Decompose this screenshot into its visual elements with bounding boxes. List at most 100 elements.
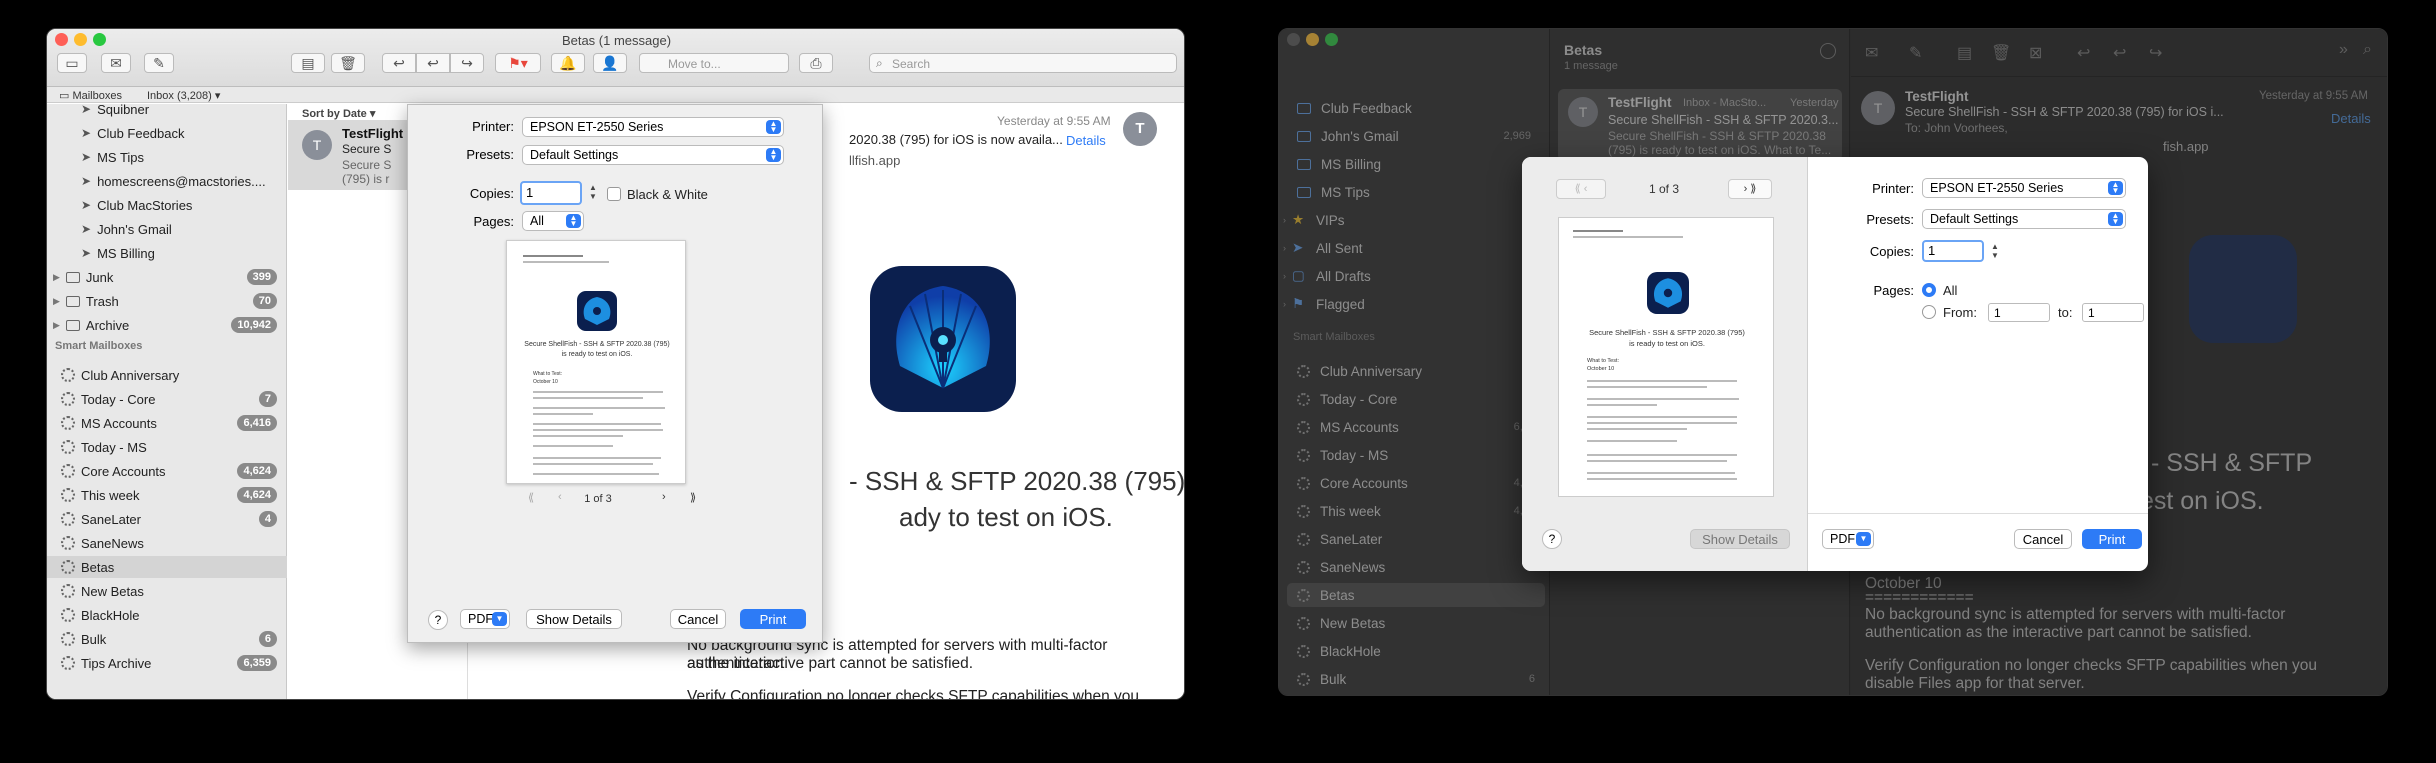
- next-last-buttons[interactable]: › ⟫: [1728, 179, 1772, 199]
- sidebar-item-folder[interactable]: ▶ Junk 399: [47, 266, 287, 288]
- gear-icon: [61, 440, 75, 454]
- printer-select[interactable]: EPSON ET-2550 Series ▲ ▼: [1922, 178, 2126, 198]
- pdf-menu[interactable]: PDF ▼: [460, 609, 510, 629]
- copies-value: 1: [526, 185, 534, 200]
- compose-icon[interactable]: ✎: [144, 53, 174, 73]
- print-icon[interactable]: ⎙: [799, 53, 833, 73]
- reply-icon[interactable]: ↩: [382, 53, 416, 73]
- sidebar-item-account[interactable]: ➤ MS Billing: [81, 242, 155, 264]
- last-page-button[interactable]: ⟫: [690, 491, 696, 504]
- cancel-button[interactable]: Cancel: [670, 609, 726, 629]
- from-field[interactable]: 1: [1988, 303, 2050, 322]
- pages-label: Pages:: [473, 214, 514, 229]
- sidebar-item-account[interactable]: ➤ Club MacStories: [81, 194, 192, 216]
- pages-select[interactable]: All ▲ ▼: [522, 211, 584, 231]
- sidebar-item-label: Today - MS: [81, 439, 147, 455]
- move-to-placeholder: Move to...: [668, 57, 721, 71]
- list-preview-2: (795) is r: [342, 172, 390, 186]
- sidebar-item-account[interactable]: ➤ Squibner: [81, 98, 149, 120]
- sort-by-date[interactable]: Sort by Date ▾: [302, 107, 375, 120]
- archive-icon[interactable]: ▤: [291, 53, 325, 73]
- sidebar-item-smart[interactable]: This week 4,624: [47, 484, 287, 506]
- search-field[interactable]: ⌕ Search: [869, 53, 1177, 73]
- to-label: to:: [2058, 305, 2073, 320]
- block-sender-icon[interactable]: 👤: [593, 53, 627, 73]
- toolbar: Betas (1 message) ▭ ✉ ✎ ▤ 🗑 ↩ ↩ ↪ ⚑▾ 🔔 👤…: [47, 29, 1184, 87]
- sidebar-item-account[interactable]: ➤ MS Tips: [81, 146, 144, 168]
- sidebar-item-account[interactable]: ➤ homescreens@macstories....: [81, 170, 266, 192]
- reply-all-icon[interactable]: ↩: [416, 53, 450, 73]
- show-details-button[interactable]: Show Details: [1690, 529, 1790, 549]
- sidebar-item-smart[interactable]: Tips Archive 6,359: [47, 652, 287, 674]
- first-page-button[interactable]: ⟪: [528, 491, 534, 504]
- prev-page-button[interactable]: ‹: [558, 491, 562, 503]
- help-button[interactable]: ?: [428, 610, 448, 630]
- presets-label: Presets:: [466, 147, 514, 162]
- chevron-updown-icon: ▲ ▼: [566, 214, 581, 228]
- chevron-updown-icon: ▲ ▼: [766, 148, 781, 162]
- copies-field[interactable]: 1: [1922, 240, 1984, 262]
- pages-all-radio[interactable]: [1922, 283, 1936, 297]
- cancel-button[interactable]: Cancel: [2014, 529, 2072, 549]
- sidebar-item-smart[interactable]: Betas: [47, 556, 287, 578]
- print-button[interactable]: Print: [740, 609, 806, 629]
- sidebar-item-label: BlackHole: [81, 607, 140, 623]
- sidebar-item-smart[interactable]: Today - MS: [47, 436, 287, 458]
- flag-icon[interactable]: ⚑▾: [495, 53, 541, 73]
- move-to-field[interactable]: Move to...: [639, 53, 789, 73]
- sidebar-item-label: Club Anniversary: [81, 367, 180, 383]
- sidebar-item-smart[interactable]: Today - Core 7: [47, 388, 287, 410]
- presets-select[interactable]: Default Settings ▲ ▼: [1922, 209, 2126, 229]
- presets-select[interactable]: Default Settings ▲ ▼: [522, 145, 784, 165]
- sidebar-item-account[interactable]: ➤ Club Feedback: [81, 122, 185, 144]
- sidebar-item-smart[interactable]: Core Accounts 4,624: [47, 460, 287, 482]
- get-mail-icon[interactable]: ✉: [101, 53, 131, 73]
- sidebar-toggle-icon[interactable]: ▭: [57, 53, 87, 73]
- to-field[interactable]: 1: [2082, 303, 2144, 322]
- preview-title-1: Secure ShellFish - SSH & SFTP 2020.38 (7…: [1589, 328, 1745, 337]
- trash-icon[interactable]: 🗑: [331, 53, 365, 73]
- first-prev-buttons[interactable]: ⟪ ‹: [1556, 179, 1606, 199]
- help-button[interactable]: ?: [1542, 529, 1562, 549]
- sidebar-item-smart[interactable]: New Betas: [47, 580, 287, 602]
- preview-body-line: [1587, 454, 1737, 456]
- forward-icon[interactable]: ↪: [450, 53, 484, 73]
- gear-icon: [61, 560, 75, 574]
- preview-body-line: [533, 407, 665, 409]
- copies-field[interactable]: 1: [520, 181, 582, 205]
- pdf-menu[interactable]: PDF ▼: [1822, 529, 1874, 549]
- sidebar-item-folder[interactable]: ▶ Archive 10,942: [47, 314, 287, 336]
- app-icon: [870, 266, 1016, 412]
- sidebar-item-smart[interactable]: SaneLater 4: [47, 508, 287, 530]
- sidebar-item-label: Club MacStories: [97, 197, 193, 213]
- mute-icon[interactable]: 🔔: [551, 53, 585, 73]
- preview-body-line: [1587, 460, 1727, 462]
- black-white-checkbox[interactable]: [607, 187, 621, 201]
- copies-stepper[interactable]: ▲ ▼: [587, 183, 599, 203]
- gear-icon: [61, 536, 75, 550]
- printer-label: Printer:: [1872, 181, 1914, 196]
- presets-value: Default Settings: [1930, 212, 2019, 226]
- details-link[interactable]: Details: [1066, 133, 1106, 148]
- sidebar-item-account[interactable]: ➤ John's Gmail: [81, 218, 172, 240]
- copies-stepper[interactable]: ▲ ▼: [1989, 242, 2001, 262]
- sidebar-item-smart[interactable]: SaneNews: [47, 532, 287, 554]
- preview-what: What to Test:: [1587, 358, 1619, 364]
- inbox-button[interactable]: Inbox (3,208) ▾: [147, 89, 220, 102]
- pages-from-radio[interactable]: [1922, 305, 1936, 319]
- sidebar-item-smart[interactable]: MS Accounts 6,416: [47, 412, 287, 434]
- sidebar-item-smart[interactable]: Bulk 6: [47, 628, 287, 650]
- disclosure-icon[interactable]: ▶: [53, 296, 60, 307]
- disclosure-icon[interactable]: ▶: [53, 320, 60, 331]
- print-button[interactable]: Print: [2082, 529, 2142, 549]
- preview-title-2: is ready to test on iOS.: [561, 351, 633, 358]
- sidebar-item-folder[interactable]: ▶ Trash 70: [47, 290, 287, 312]
- disclosure-icon[interactable]: ▶: [53, 272, 60, 283]
- next-page-button[interactable]: ›: [662, 491, 666, 503]
- printer-select[interactable]: EPSON ET-2550 Series ▲ ▼: [522, 117, 784, 137]
- show-details-button[interactable]: Show Details: [526, 609, 622, 629]
- favorites-bar: ▭ Mailboxes Inbox (3,208) ▾: [47, 87, 1184, 103]
- sidebar-item-smart[interactable]: BlackHole: [47, 604, 287, 626]
- preview-body-line: [533, 429, 663, 431]
- sidebar-item-smart[interactable]: Club Anniversary: [47, 364, 287, 386]
